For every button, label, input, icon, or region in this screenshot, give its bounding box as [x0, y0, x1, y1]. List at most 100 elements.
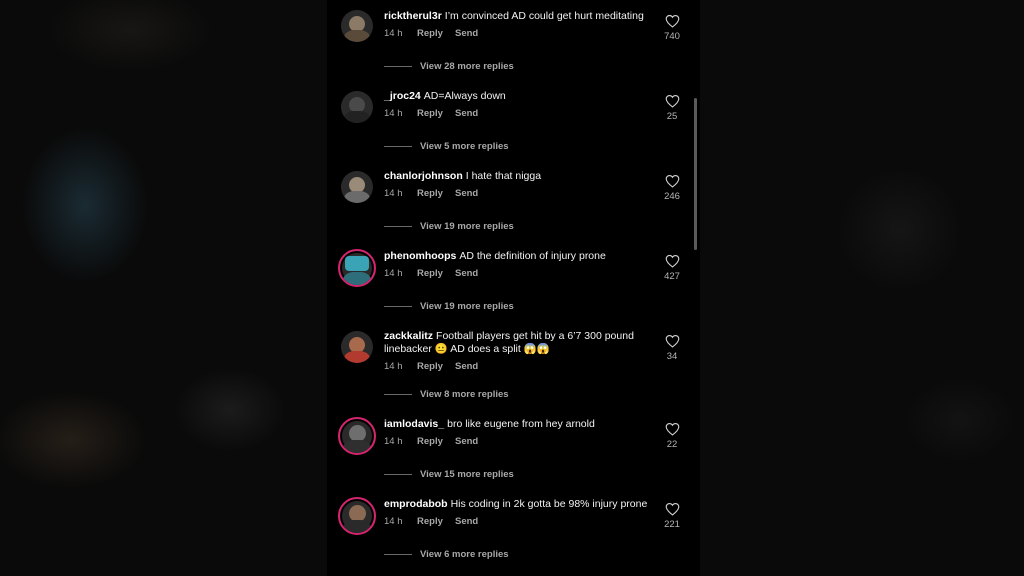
reply-button[interactable]: Reply [417, 268, 455, 279]
like-control: 740 [657, 14, 687, 42]
like-count: 34 [666, 351, 678, 362]
avatar[interactable] [338, 497, 376, 535]
timestamp: 14 h [384, 108, 403, 119]
reply-button[interactable]: Reply [417, 188, 455, 199]
comment-text-block: iamlodavis_ bro like eugene from hey arno… [384, 418, 654, 431]
comment-meta: 14 h Reply Send [384, 188, 478, 199]
timestamp: 14 h [384, 436, 403, 447]
reply-button[interactable]: Reply [417, 516, 455, 527]
comment-text-block: phenomhoops AD the definition of injury p… [384, 250, 654, 263]
like-control: 427 [657, 254, 687, 282]
heart-icon[interactable] [665, 334, 680, 348]
view-more-label[interactable]: View 6 more replies [420, 549, 509, 560]
send-button[interactable]: Send [455, 361, 478, 372]
comment-meta: 14 h Reply Send [384, 268, 478, 279]
avatar[interactable] [341, 331, 373, 363]
heart-icon[interactable] [665, 174, 680, 188]
comment-item: zackkalitz Football players get hit by a … [327, 328, 700, 416]
comment-item: phenomhoops AD the definition of injury p… [327, 248, 700, 328]
view-more-label[interactable]: View 5 more replies [420, 141, 509, 152]
view-more-replies[interactable]: View 6 more replies [384, 549, 509, 560]
view-more-label[interactable]: View 8 more replies [420, 389, 509, 400]
comment-text-block: zackkalitz Football players get hit by a … [384, 330, 654, 356]
like-control: 34 [657, 334, 687, 362]
like-count: 221 [664, 519, 680, 530]
comment-item: iamlodavis_ bro like eugene from hey arno… [327, 416, 700, 496]
like-control: 22 [657, 422, 687, 450]
send-button[interactable]: Send [455, 436, 478, 447]
like-control: 246 [657, 174, 687, 202]
avatar[interactable] [338, 417, 376, 455]
send-button[interactable]: Send [455, 28, 478, 39]
view-more-replies[interactable]: View 19 more replies [384, 301, 514, 312]
view-more-replies[interactable]: View 8 more replies [384, 389, 509, 400]
view-more-replies[interactable]: View 15 more replies [384, 469, 514, 480]
reply-button[interactable]: Reply [417, 108, 455, 119]
username[interactable]: phenomhoops [384, 250, 456, 262]
comment-text-block: _jroc24 AD=Always down [384, 90, 654, 103]
view-more-label[interactable]: View 15 more replies [420, 469, 514, 480]
comment-body: AD=Always down [423, 90, 506, 102]
divider-line [384, 146, 412, 147]
heart-icon[interactable] [665, 502, 680, 516]
timestamp: 14 h [384, 268, 403, 279]
comment-item: chanlorjohnson I hate that nigga 14 h Repl… [327, 168, 700, 248]
like-control: 221 [657, 502, 687, 530]
timestamp: 14 h [384, 516, 403, 527]
timestamp: 14 h [384, 28, 403, 39]
comment-text-block: chanlorjohnson I hate that nigga [384, 170, 654, 183]
heart-icon[interactable] [665, 94, 680, 108]
divider-line [384, 226, 412, 227]
comment-item: ricktherul3r I’m convinced AD could get h… [327, 8, 700, 88]
divider-line [384, 306, 412, 307]
view-more-replies[interactable]: View 28 more replies [384, 61, 514, 72]
send-button[interactable]: Send [455, 188, 478, 199]
view-more-label[interactable]: View 28 more replies [420, 61, 514, 72]
avatar[interactable] [338, 249, 376, 287]
scrollbar[interactable] [694, 98, 697, 250]
avatar[interactable] [341, 91, 373, 123]
reply-button[interactable]: Reply [417, 28, 455, 39]
divider-line [384, 554, 412, 555]
view-more-replies[interactable]: View 5 more replies [384, 141, 509, 152]
username[interactable]: zackkalitz [384, 330, 433, 342]
reply-button[interactable]: Reply [417, 361, 455, 372]
avatar[interactable] [341, 171, 373, 203]
like-count: 246 [664, 191, 680, 202]
send-button[interactable]: Send [455, 108, 478, 119]
username[interactable]: _jroc24 [384, 90, 421, 102]
comment-meta: 14 h Reply Send [384, 361, 478, 372]
timestamp: 14 h [384, 188, 403, 199]
comment-body: I’m convinced AD could get hurt meditati… [444, 10, 644, 22]
comment-body: I hate that nigga [465, 170, 542, 182]
username[interactable]: ricktherul3r [384, 10, 442, 22]
divider-line [384, 394, 412, 395]
like-count: 740 [664, 31, 680, 42]
avatar[interactable] [341, 10, 373, 42]
view-more-replies[interactable]: View 19 more replies [384, 221, 514, 232]
heart-icon[interactable] [665, 254, 680, 268]
comment-meta: 14 h Reply Send [384, 436, 478, 447]
comment-body: AD the definition of injury prone [459, 250, 606, 262]
comment-meta: 14 h Reply Send [384, 28, 478, 39]
username[interactable]: chanlorjohnson [384, 170, 463, 182]
username[interactable]: iamlodavis_ [384, 418, 444, 430]
divider-line [384, 66, 412, 67]
username[interactable]: emprodabob [384, 498, 448, 510]
send-button[interactable]: Send [455, 268, 478, 279]
view-more-label[interactable]: View 19 more replies [420, 301, 514, 312]
send-button[interactable]: Send [455, 516, 478, 527]
comment-item: emprodabob His coding in 2k gotta be 98% … [327, 496, 700, 576]
comment-meta: 14 h Reply Send [384, 516, 478, 527]
comment-text-block: emprodabob His coding in 2k gotta be 98% … [384, 498, 654, 511]
like-count: 22 [666, 439, 678, 450]
heart-icon[interactable] [665, 14, 680, 28]
reply-button[interactable]: Reply [417, 436, 455, 447]
comment-meta: 14 h Reply Send [384, 108, 478, 119]
heart-icon[interactable] [665, 422, 680, 436]
timestamp: 14 h [384, 361, 403, 372]
comments-panel[interactable]: ricktherul3r I’m convinced AD could get h… [327, 0, 700, 576]
view-more-label[interactable]: View 19 more replies [420, 221, 514, 232]
like-count: 427 [664, 271, 680, 282]
like-control: 25 [657, 94, 687, 122]
